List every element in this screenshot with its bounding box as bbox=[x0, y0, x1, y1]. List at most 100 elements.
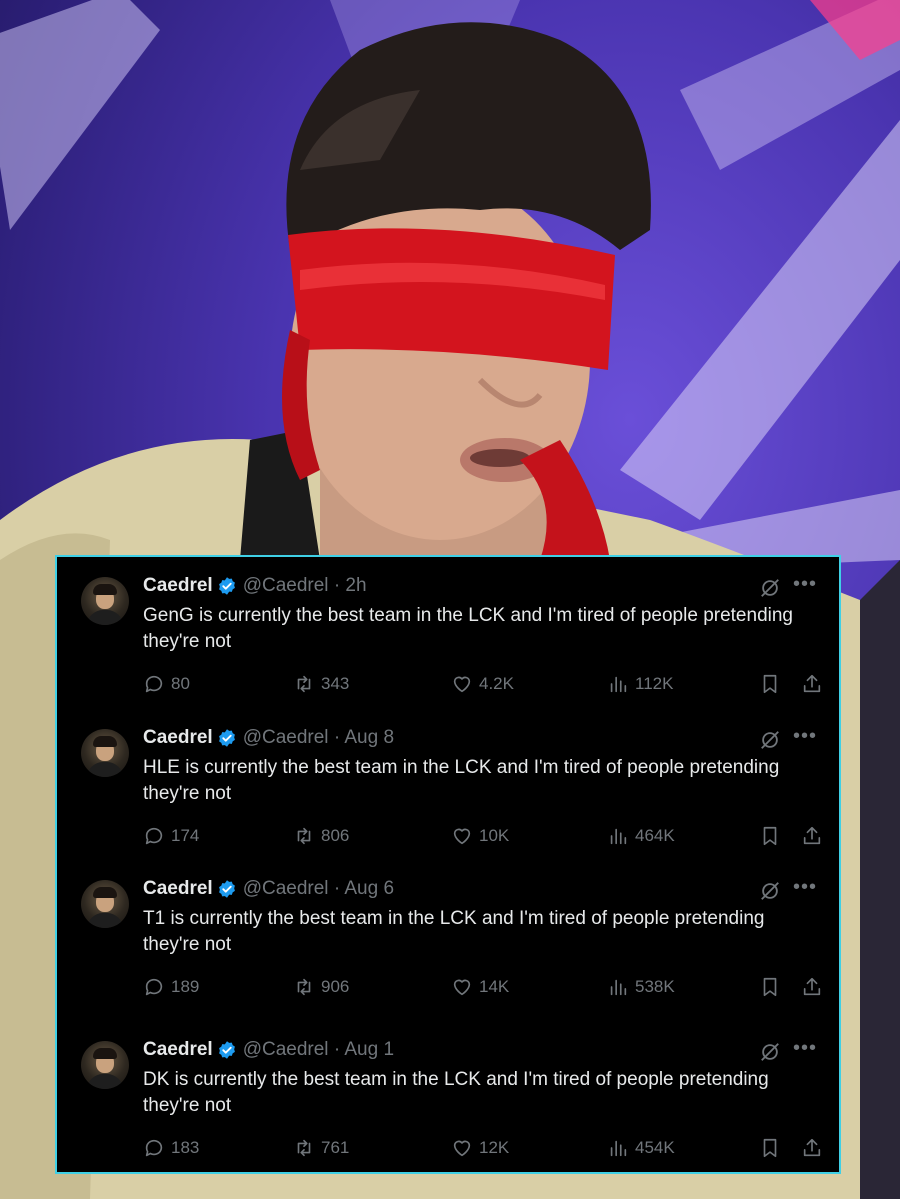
share-icon bbox=[803, 826, 821, 845]
bookmark-icon bbox=[763, 826, 777, 846]
reply-button[interactable]: 189 bbox=[143, 976, 199, 998]
retweet-button[interactable]: 761 bbox=[293, 1137, 349, 1159]
reply-icon bbox=[145, 978, 163, 996]
share-button[interactable] bbox=[801, 673, 823, 695]
retweet-button[interactable]: 906 bbox=[293, 976, 349, 998]
retweet-button[interactable]: 343 bbox=[293, 673, 349, 695]
verified-badge-icon bbox=[218, 880, 235, 898]
tweet-actions: 189 906 14K 538K bbox=[143, 976, 823, 1000]
timestamp[interactable]: · Aug 6 bbox=[334, 878, 394, 900]
avatar[interactable] bbox=[81, 577, 129, 625]
retweet-count: 761 bbox=[321, 1138, 350, 1157]
like-count: 4.2K bbox=[479, 674, 514, 693]
retweet-count: 343 bbox=[321, 674, 350, 693]
views-icon bbox=[610, 1140, 627, 1157]
more-icon[interactable]: ••• bbox=[793, 725, 817, 748]
retweet-icon bbox=[297, 978, 311, 996]
avatar[interactable] bbox=[81, 1041, 129, 1089]
like-button[interactable]: 4.2K bbox=[451, 673, 514, 695]
like-count: 10K bbox=[479, 826, 510, 845]
share-button[interactable] bbox=[801, 825, 823, 847]
reply-button[interactable]: 80 bbox=[143, 673, 190, 695]
verified-badge-icon bbox=[218, 577, 235, 595]
more-icon[interactable]: ••• bbox=[793, 876, 817, 899]
retweet-icon bbox=[297, 1139, 311, 1157]
retweet-icon bbox=[297, 827, 311, 845]
timestamp[interactable]: · 2h bbox=[334, 575, 367, 597]
tweet-actions: 80 343 4.2K 112K bbox=[143, 673, 823, 697]
reply-icon bbox=[145, 1139, 163, 1157]
share-button[interactable] bbox=[801, 1137, 823, 1159]
tweet[interactable]: Caedrel @Caedrel · 2h ••• GenG is curren… bbox=[57, 557, 839, 707]
handle[interactable]: @Caedrel bbox=[243, 1039, 329, 1061]
tweet-header: Caedrel @Caedrel · Aug 8 bbox=[143, 727, 394, 749]
tweet[interactable]: Caedrel @Caedrel · Aug 6 ••• T1 is curre… bbox=[57, 860, 839, 1010]
verified-badge-icon bbox=[218, 729, 235, 747]
handle[interactable]: @Caedrel bbox=[243, 878, 329, 900]
display-name[interactable]: Caedrel bbox=[143, 575, 213, 597]
display-name[interactable]: Caedrel bbox=[143, 878, 213, 900]
timestamp[interactable]: · Aug 1 bbox=[334, 1039, 394, 1061]
bookmark-button[interactable] bbox=[759, 976, 781, 998]
views-button[interactable]: 112K bbox=[607, 673, 673, 695]
retweet-count: 806 bbox=[321, 826, 350, 845]
like-button[interactable]: 12K bbox=[451, 1137, 509, 1159]
handle[interactable]: @Caedrel bbox=[243, 575, 329, 597]
tweet-header: Caedrel @Caedrel · Aug 1 bbox=[143, 1039, 394, 1061]
tweet-actions: 183 761 12K 454K bbox=[143, 1137, 823, 1161]
reply-count: 183 bbox=[171, 1138, 200, 1157]
tweet-card: Caedrel @Caedrel · 2h ••• GenG is curren… bbox=[55, 555, 841, 1174]
like-icon bbox=[453, 1140, 471, 1157]
like-button[interactable]: 14K bbox=[451, 976, 509, 998]
share-icon bbox=[803, 977, 821, 996]
grok-icon[interactable] bbox=[759, 1041, 781, 1063]
timestamp[interactable]: · Aug 8 bbox=[334, 727, 394, 749]
like-icon bbox=[453, 676, 471, 693]
like-icon bbox=[453, 828, 471, 845]
reply-count: 189 bbox=[171, 977, 200, 996]
display-name[interactable]: Caedrel bbox=[143, 727, 213, 749]
more-icon[interactable]: ••• bbox=[793, 573, 817, 596]
reply-button[interactable]: 183 bbox=[143, 1137, 199, 1159]
bookmark-button[interactable] bbox=[759, 673, 781, 695]
like-button[interactable]: 10K bbox=[451, 825, 509, 847]
tweet-text: GenG is currently the best team in the L… bbox=[143, 605, 793, 652]
bookmark-icon bbox=[763, 1138, 777, 1158]
tweet[interactable]: Caedrel @Caedrel · Aug 8 ••• HLE is curr… bbox=[57, 709, 839, 859]
avatar[interactable] bbox=[81, 880, 129, 928]
share-icon bbox=[803, 1138, 821, 1157]
view-count: 112K bbox=[635, 674, 674, 693]
tweet-header: Caedrel @Caedrel · 2h bbox=[143, 575, 367, 597]
tweet-actions: 174 806 10K 464K bbox=[143, 825, 823, 849]
like-icon bbox=[453, 979, 471, 996]
retweet-button[interactable]: 806 bbox=[293, 825, 349, 847]
reply-button[interactable]: 174 bbox=[143, 825, 199, 847]
bookmark-icon bbox=[763, 977, 777, 997]
avatar[interactable] bbox=[81, 729, 129, 777]
tweet-text: T1 is currently the best team in the LCK… bbox=[143, 908, 765, 955]
views-button[interactable]: 454K bbox=[607, 1137, 675, 1159]
bookmark-button[interactable] bbox=[759, 825, 781, 847]
reply-count: 80 bbox=[171, 674, 190, 693]
views-button[interactable]: 538K bbox=[607, 976, 675, 998]
more-icon[interactable]: ••• bbox=[793, 1037, 817, 1060]
tweet-header: Caedrel @Caedrel · Aug 6 bbox=[143, 878, 394, 900]
display-name[interactable]: Caedrel bbox=[143, 1039, 213, 1061]
grok-icon[interactable] bbox=[759, 729, 781, 751]
tweet[interactable]: Caedrel @Caedrel · Aug 1 ••• DK is curre… bbox=[57, 1021, 839, 1171]
retweet-count: 906 bbox=[321, 977, 350, 996]
handle[interactable]: @Caedrel bbox=[243, 727, 329, 749]
grok-icon[interactable] bbox=[759, 880, 781, 902]
bookmark-button[interactable] bbox=[759, 1137, 781, 1159]
like-count: 12K bbox=[479, 1138, 510, 1157]
share-button[interactable] bbox=[801, 976, 823, 998]
reply-icon bbox=[145, 827, 163, 845]
views-icon bbox=[610, 676, 627, 693]
view-count: 464K bbox=[635, 826, 675, 845]
view-count: 454K bbox=[635, 1138, 675, 1157]
tweet-text: DK is currently the best team in the LCK… bbox=[143, 1069, 769, 1116]
reply-icon bbox=[145, 675, 163, 693]
verified-badge-icon bbox=[218, 1041, 235, 1059]
views-button[interactable]: 464K bbox=[607, 825, 675, 847]
grok-icon[interactable] bbox=[759, 577, 781, 599]
